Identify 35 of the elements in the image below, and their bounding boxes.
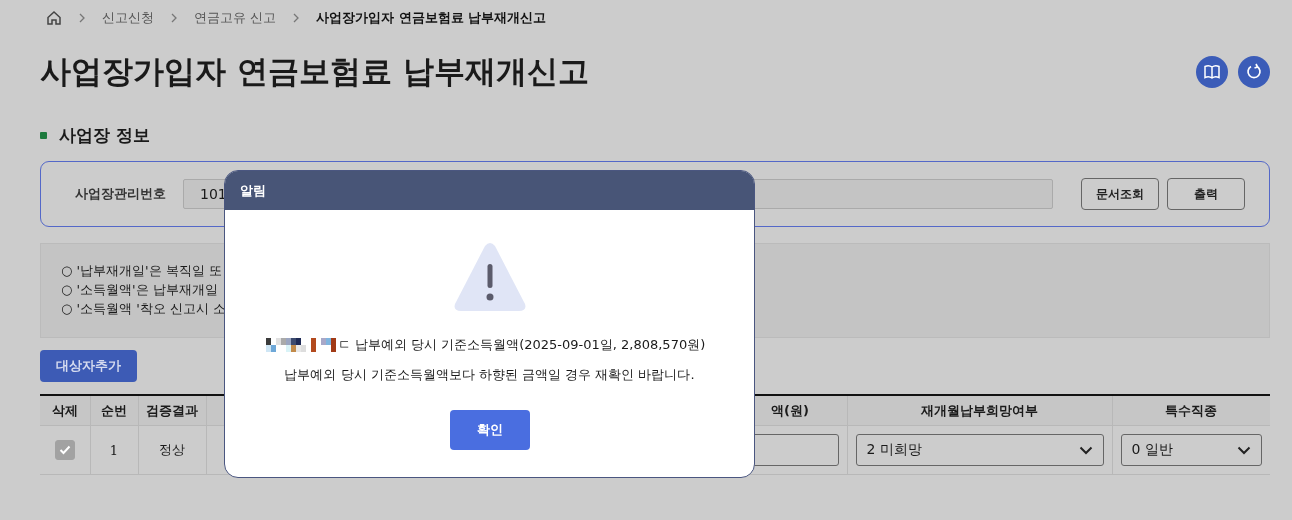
book-icon[interactable] — [1196, 56, 1228, 88]
pixelated-redaction-drawing — [265, 338, 336, 352]
column-header: 검증결과 — [146, 402, 198, 418]
add-button[interactable]: 대상자추가 — [40, 350, 137, 382]
column-header: 특수직종 — [1165, 402, 1218, 418]
warning-icon — [452, 242, 527, 312]
table-cell: 1 — [109, 442, 119, 458]
breadcrumb-link[interactable]: 연금고유 신고 — [194, 9, 277, 27]
bullet-icon — [40, 132, 47, 139]
chevron-icon — [292, 13, 301, 23]
outline-button[interactable]: 출력 — [1167, 178, 1245, 210]
notice-text: ○ '소득월액'은 납부재개일 — [61, 281, 219, 299]
checkmark-icon — [58, 445, 71, 455]
notice-text: ○ '납부재개일'은 복직일 또 — [61, 262, 223, 280]
column-header: 순번 — [101, 402, 127, 418]
breadcrumb-link[interactable]: 신고신청 — [102, 9, 154, 27]
outline-button[interactable]: 문서조회 — [1081, 178, 1159, 210]
chevron-down-icon — [1237, 445, 1251, 455]
chevron-icon — [78, 13, 86, 23]
breadcrumb-link[interactable]: 사업장가입자 연금보험료 납부재개신고 — [316, 9, 547, 27]
chevron-icon — [170, 13, 178, 23]
refresh-icon[interactable] — [1238, 56, 1270, 88]
page-title: 사업장가입자 연금보험료 납부재개신고 — [40, 52, 589, 91]
dialog-title: 알림 — [240, 181, 266, 200]
column-header: 액(원) — [771, 402, 809, 418]
column-header: 삭제 — [51, 402, 78, 418]
dialog-message: ㄷ 납부예외 당시 기준소득월액(2025-09-01일, 2,808,570원) — [337, 336, 706, 354]
dialog-message: 납부예외 당시 기준소득월액보다 하향된 금액일 경우 재확인 바랍니다. — [284, 366, 695, 384]
table-cell: 정상 — [159, 442, 185, 457]
section-title: 사업장 정보 — [59, 124, 150, 147]
column-header: 재개월납부희망여부 — [921, 402, 1038, 418]
home-icon[interactable] — [46, 10, 62, 26]
field-label: 사업장관리번호 — [75, 185, 167, 203]
confirm-button[interactable]: 확인 — [449, 410, 530, 450]
chevron-down-icon — [1078, 445, 1093, 455]
